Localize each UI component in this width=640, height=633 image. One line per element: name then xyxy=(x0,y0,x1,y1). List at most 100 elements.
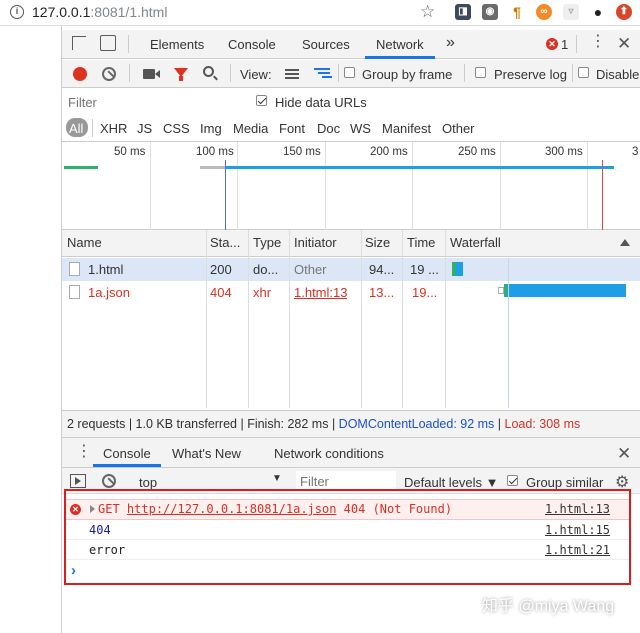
page-content-area xyxy=(0,26,62,633)
col-type[interactable]: Type xyxy=(253,235,281,250)
context-selector[interactable]: top xyxy=(139,475,157,490)
error-count[interactable]: 1 xyxy=(561,37,568,52)
search-icon[interactable] xyxy=(203,66,214,77)
overview-bar-waiting xyxy=(200,166,226,169)
tab-elements[interactable]: Elements xyxy=(150,37,204,52)
error-icon[interactable]: ✕ xyxy=(546,38,558,50)
tab-network[interactable]: Network xyxy=(376,37,424,52)
context-dropdown-icon[interactable]: ▼ xyxy=(272,473,282,484)
waterfall-dcl-line xyxy=(508,258,509,408)
screenshot-camera-icon[interactable] xyxy=(143,69,155,79)
overview-tick: 200 ms xyxy=(370,146,408,158)
col-time[interactable]: Time xyxy=(407,235,435,250)
row-type: do... xyxy=(253,262,279,277)
separator xyxy=(464,64,465,82)
type-ws[interactable]: WS xyxy=(350,121,371,136)
hide-data-urls-label: Hide data URLs xyxy=(275,95,367,110)
row-initiator-link[interactable]: 1.html:13 xyxy=(294,285,347,300)
status-dcl: DOMContentLoaded: 92 ms xyxy=(338,417,495,431)
col-name[interactable]: Name xyxy=(67,235,102,250)
type-other[interactable]: Other xyxy=(442,121,475,136)
requests-table-header xyxy=(62,230,640,257)
separator xyxy=(572,64,573,82)
url-path: :8081/1.html xyxy=(90,4,168,20)
gridline xyxy=(150,142,151,230)
col-size[interactable]: Size xyxy=(365,235,390,250)
type-img[interactable]: Img xyxy=(200,121,222,136)
camera-lens-icon xyxy=(155,70,160,78)
console-filter-input[interactable] xyxy=(296,471,396,491)
type-manifest[interactable]: Manifest xyxy=(382,121,431,136)
row-name: 1a.json xyxy=(88,285,130,300)
type-css[interactable]: CSS xyxy=(163,121,190,136)
close-devtools-icon[interactable]: ✕ xyxy=(617,34,631,54)
drawer-tab-whats-new[interactable]: What's New xyxy=(172,446,241,461)
type-all[interactable]: All xyxy=(69,121,83,136)
annotation-highlight-box xyxy=(64,489,631,585)
bookmark-star-icon[interactable]: ☆ xyxy=(420,2,435,22)
large-rows-icon-mid xyxy=(285,73,299,75)
network-filter-input[interactable] xyxy=(64,92,242,112)
info-icon[interactable]: i xyxy=(10,5,24,19)
url-text[interactable]: 127.0.0.1:8081/1.html xyxy=(32,4,167,20)
type-xhr[interactable]: XHR xyxy=(100,121,127,136)
url-host: 127.0.0.1 xyxy=(32,4,91,20)
drawer-active-indicator xyxy=(93,464,161,467)
extension-icon-5[interactable]: ▿ xyxy=(563,4,579,20)
overview-tick: 50 ms xyxy=(114,146,146,158)
row-time: 19... xyxy=(412,285,438,300)
waterfall-bar-download xyxy=(456,262,463,276)
sort-ascending-icon[interactable] xyxy=(620,239,630,246)
type-js[interactable]: JS xyxy=(137,121,152,136)
col-initiator[interactable]: Initiator xyxy=(294,235,337,250)
overview-tick: 150 ms xyxy=(283,146,321,158)
device-toolbar-icon[interactable] xyxy=(100,35,116,51)
close-drawer-icon[interactable]: ✕ xyxy=(617,444,631,464)
github-icon[interactable]: ● xyxy=(590,4,606,20)
kebab-menu-icon[interactable]: ⋮ xyxy=(590,34,606,50)
hide-data-urls-checkbox[interactable] xyxy=(256,95,267,106)
column-divider xyxy=(248,230,249,408)
preserve-log-checkbox[interactable] xyxy=(475,67,486,78)
inspect-element-icon[interactable] xyxy=(72,36,86,50)
extension-icon-2[interactable]: ◉ xyxy=(482,4,498,20)
type-media[interactable]: Media xyxy=(233,121,268,136)
more-tabs-icon[interactable]: » xyxy=(446,34,455,52)
disable-cache-label: Disable xyxy=(596,67,640,82)
column-divider xyxy=(361,230,362,408)
type-font[interactable]: Font xyxy=(279,121,305,136)
drawer-tab-network-conditions[interactable]: Network conditions xyxy=(274,446,384,461)
tab-console[interactable]: Console xyxy=(228,37,276,52)
gridline xyxy=(325,142,326,230)
type-doc[interactable]: Doc xyxy=(317,121,340,136)
row-size: 13... xyxy=(369,285,395,300)
group-similar-label: Group similar xyxy=(526,475,604,490)
column-divider xyxy=(402,230,403,408)
default-levels-dropdown[interactable]: Default levels ▼ xyxy=(404,475,499,490)
disable-cache-checkbox[interactable] xyxy=(578,67,589,78)
document-icon xyxy=(69,262,80,276)
separator xyxy=(338,64,339,82)
drawer-menu-icon[interactable]: ⋮ xyxy=(76,444,92,460)
table-row[interactable] xyxy=(62,258,640,281)
tab-sources[interactable]: Sources xyxy=(302,37,350,52)
status-summary: 2 requests | 1.0 KB transferred | Finish… xyxy=(67,417,339,431)
sidebar-toggle-arrow xyxy=(75,477,81,485)
gridline xyxy=(237,142,238,230)
overview-tick: 3 xyxy=(632,146,639,158)
waterfall-view-icon[interactable] xyxy=(314,68,330,70)
load-marker-line xyxy=(602,160,603,230)
status-load: Load: 308 ms xyxy=(504,417,581,431)
group-similar-checkbox[interactable] xyxy=(507,475,518,486)
waterfall-view-icon-3 xyxy=(322,76,332,78)
extension-icon-4[interactable]: ∞ xyxy=(536,4,552,20)
extension-icon-1[interactable]: ◨ xyxy=(455,4,471,20)
extension-icon-3[interactable]: ¶ xyxy=(509,4,525,20)
record-icon[interactable] xyxy=(73,67,87,81)
col-waterfall[interactable]: Waterfall xyxy=(450,235,501,250)
watermark: 知乎 @miya Wang xyxy=(482,598,615,615)
extension-icon-8[interactable]: ⬆ xyxy=(616,4,632,20)
col-status[interactable]: Sta... xyxy=(210,235,240,250)
drawer-tab-console[interactable]: Console xyxy=(103,446,151,461)
group-by-frame-checkbox[interactable] xyxy=(344,67,355,78)
